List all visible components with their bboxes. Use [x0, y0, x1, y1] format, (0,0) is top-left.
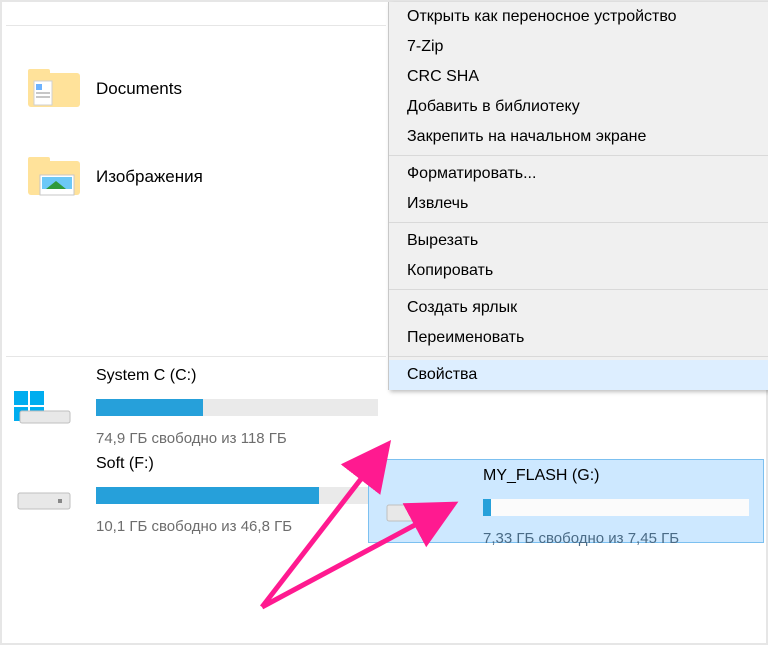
menu-item[interactable]: Копировать [389, 256, 768, 286]
menu-item[interactable]: Извлечь [389, 189, 768, 219]
drive-free-text: 7,33 ГБ свободно из 7,45 ГБ [483, 530, 749, 547]
separator [6, 25, 386, 27]
menu-separator [389, 222, 768, 223]
folder-label: Изображения [96, 167, 203, 187]
capacity-bar [483, 499, 749, 516]
drive-title: MY_FLASH (G:) [483, 467, 749, 485]
drive-soft-f[interactable]: Soft (F:) 10,1 ГБ свободно из 46,8 ГБ [14, 455, 378, 535]
separator [6, 356, 386, 358]
folder-documents[interactable]: Documents [26, 64, 366, 114]
menu-separator [389, 289, 768, 290]
menu-item[interactable]: Открыть как переносное устройство [389, 2, 768, 32]
menu-item[interactable]: Переименовать [389, 323, 768, 353]
menu-separator [389, 155, 768, 156]
menu-item[interactable]: CRC SHA [389, 62, 768, 92]
menu-item[interactable]: Добавить в библиотеку [389, 92, 768, 122]
drive-my-flash-g[interactable]: MY_FLASH (G:) 7,33 ГБ свободно из 7,45 Г… [368, 459, 764, 543]
documents-folder-icon [26, 67, 82, 111]
folder-label: Documents [96, 79, 182, 99]
folder-list: Documents Изображения [26, 64, 366, 240]
pictures-folder-icon [26, 155, 82, 199]
menu-item[interactable]: Форматировать... [389, 159, 768, 189]
flash-drive-icon [383, 489, 443, 525]
menu-item[interactable]: Свойства [389, 360, 768, 390]
drive-list: System C (C:) 74,9 ГБ свободно из 118 ГБ… [14, 367, 378, 543]
hdd-icon [14, 477, 74, 513]
capacity-fill [96, 399, 203, 416]
menu-item[interactable]: Создать ярлык [389, 293, 768, 323]
capacity-bar [96, 487, 378, 504]
drive-free-text: 10,1 ГБ свободно из 46,8 ГБ [96, 518, 378, 535]
system-drive-icon [14, 389, 74, 425]
drive-free-text: 74,9 ГБ свободно из 118 ГБ [96, 430, 378, 447]
capacity-fill [483, 499, 491, 516]
folder-pictures[interactable]: Изображения [26, 152, 366, 202]
menu-item[interactable]: 7-Zip [389, 32, 768, 62]
capacity-fill [96, 487, 319, 504]
menu-item[interactable]: Вырезать [389, 226, 768, 256]
menu-item[interactable]: Закрепить на начальном экране [389, 122, 768, 152]
context-menu: Открыть как переносное устройство7-ZipCR… [388, 2, 768, 390]
capacity-bar [96, 399, 378, 416]
explorer-window: Documents Изображения System C (C:) 74,9… [0, 0, 768, 645]
drive-title: Soft (F:) [96, 455, 378, 473]
drive-title: System C (C:) [96, 367, 378, 385]
drive-system-c[interactable]: System C (C:) 74,9 ГБ свободно из 118 ГБ [14, 367, 378, 447]
menu-separator [389, 356, 768, 357]
